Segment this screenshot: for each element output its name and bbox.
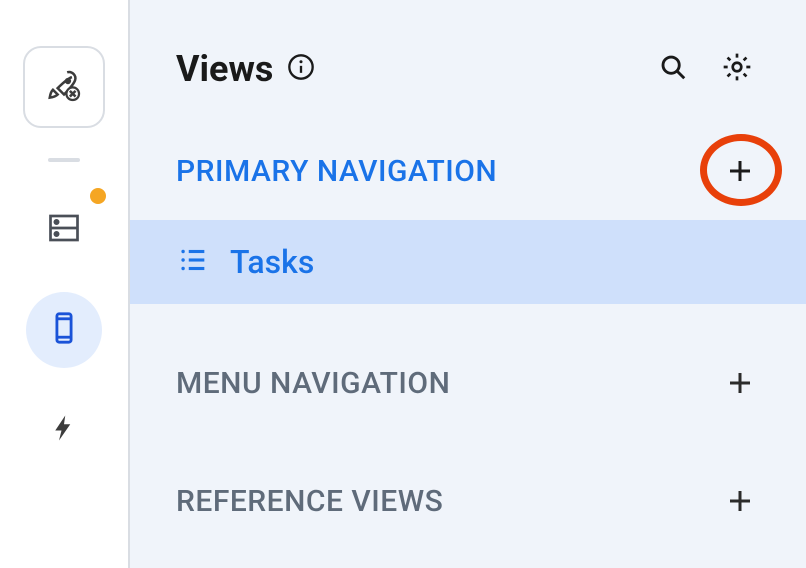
section-reference-views[interactable]: REFERENCE VIEWS — [130, 462, 806, 540]
view-item-tasks[interactable]: Tasks — [130, 220, 806, 304]
settings-button[interactable] — [714, 46, 760, 92]
rail-launcher-card[interactable] — [23, 46, 105, 128]
add-reference-view-button[interactable] — [720, 481, 760, 521]
gear-icon — [721, 51, 753, 87]
rail-item-bolt[interactable] — [26, 392, 102, 468]
search-button[interactable] — [650, 46, 696, 92]
rail-divider — [48, 158, 80, 162]
bolt-icon — [49, 413, 79, 447]
views-panel: Views — [130, 0, 806, 568]
mobile-icon — [47, 311, 81, 349]
section-menu-navigation[interactable]: MENU NAVIGATION — [130, 344, 806, 422]
left-rail — [0, 0, 130, 568]
list-icon — [176, 243, 210, 281]
section-label-menu: MENU NAVIGATION — [176, 366, 720, 401]
add-menu-nav-button[interactable] — [720, 363, 760, 403]
server-icon — [46, 210, 82, 250]
panel-header: Views — [130, 46, 806, 132]
view-item-label: Tasks — [230, 243, 314, 281]
section-label-primary: PRIMARY NAVIGATION — [176, 154, 720, 189]
add-primary-nav-button[interactable] — [720, 151, 760, 191]
notification-dot — [90, 188, 106, 204]
search-icon — [658, 52, 688, 86]
panel-title: Views — [176, 48, 315, 90]
section-primary-navigation[interactable]: PRIMARY NAVIGATION — [130, 132, 806, 210]
rocket-cancel-icon — [45, 66, 83, 108]
info-icon[interactable] — [287, 48, 315, 90]
panel-title-text: Views — [176, 48, 273, 90]
section-label-reference: REFERENCE VIEWS — [176, 484, 720, 519]
rail-item-mobile[interactable] — [26, 292, 102, 368]
rail-item-server[interactable] — [26, 192, 102, 268]
